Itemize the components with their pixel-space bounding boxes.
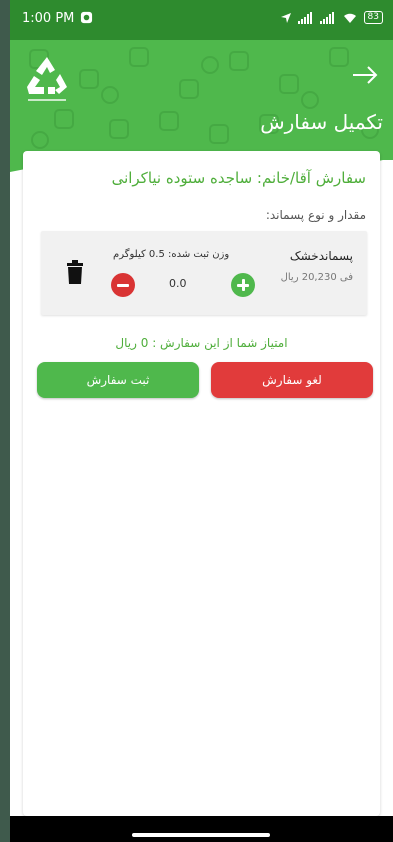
page-title: تکمیل سفارش [260, 110, 383, 134]
points-text: امتیاز شما از این سفارش : 0 ریال [115, 336, 288, 350]
submit-order-button[interactable]: ثبت سفارش [37, 362, 199, 398]
home-gesture-handle[interactable] [132, 833, 270, 837]
decrease-button[interactable] [111, 273, 135, 297]
minus-icon [117, 283, 129, 287]
item-name: پسماندخشک [289, 249, 353, 263]
status-time: 1:00 PM [22, 11, 75, 26]
app-header: تکمیل سفارش [10, 40, 393, 160]
trash-icon [67, 260, 83, 284]
signal-icon [297, 11, 312, 24]
waste-item: پسماندخشک فی 20,230 ریال وزن ثبت شده: 0.… [41, 231, 367, 315]
arrow-right-icon [353, 66, 378, 84]
increase-button[interactable] [231, 273, 255, 297]
navigation-bar [10, 816, 393, 842]
cancel-order-button[interactable]: لغو سفارش [211, 362, 373, 398]
item-weight: وزن ثبت شده: 0.5 کیلوگرم [113, 249, 230, 260]
customer-name: سفارش آقا/خانم: ساجده ستوده نیاکرانی [111, 169, 366, 187]
signal-icon-2 [319, 11, 334, 24]
battery-icon: 83 [363, 11, 383, 24]
delete-item-button[interactable] [65, 259, 85, 285]
order-card: سفارش آقا/خانم: ساجده ستوده نیاکرانی مقد… [23, 151, 380, 816]
item-price: فی 20,230 ریال [280, 272, 353, 283]
back-arrow-button[interactable] [349, 60, 381, 90]
notification-icon [80, 11, 93, 24]
status-bar: 1:00 PM 83 [10, 0, 393, 40]
item-quantity: 0.0 [169, 277, 187, 290]
phone-screen: 1:00 PM 83 تکمیل سفارش سفارش آقا/خانم: س… [10, 0, 393, 842]
amount-label: مقدار و نوع پسماند: [265, 208, 366, 222]
recycle-logo-icon [27, 57, 67, 101]
status-icons: 83 [280, 11, 383, 24]
location-icon [280, 12, 291, 23]
wifi-icon [343, 13, 356, 23]
